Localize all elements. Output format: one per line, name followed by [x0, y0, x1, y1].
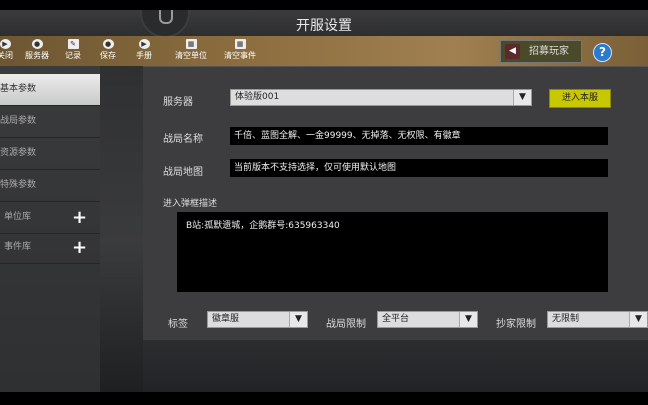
- close-icon: ▶: [0, 39, 11, 49]
- copy-limit-label: 抄家限制: [496, 319, 536, 330]
- popup-description-label: 进入弹框描述: [163, 199, 218, 209]
- popup-description-textarea[interactable]: B站:孤默遗城，企鹅群号:635963340: [177, 212, 608, 292]
- trash-icon: ▦: [185, 39, 197, 49]
- server-label: 服务器: [163, 97, 193, 108]
- letterbox-bottom: [0, 392, 648, 405]
- plus-icon[interactable]: +: [72, 232, 87, 263]
- sidebar-item-match-params[interactable]: 战局参数: [0, 106, 100, 138]
- trash-icon: ▦: [234, 39, 246, 49]
- toolbar-record-button[interactable]: ✎ 记录: [60, 38, 86, 66]
- match-limit-select[interactable]: 全平台 ▼: [377, 311, 478, 328]
- recruit-players-button[interactable]: ◀ 招募玩家: [500, 40, 582, 63]
- help-button[interactable]: ?: [593, 43, 612, 62]
- app-window: 开服设置 ▶ 关闭 ● 服务器 ✎ 记录 ● 保存 ▶ 手册 ▦ 清空单位 ▦ …: [0, 0, 648, 405]
- play-icon: ▶: [138, 39, 150, 49]
- match-map-field: 当前版本不支持选择，仅可使用默认地图: [230, 159, 608, 177]
- panel-footer: [143, 340, 648, 392]
- save-icon: ●: [102, 39, 114, 49]
- chevron-down-icon: ▼: [629, 312, 647, 327]
- chevron-down-icon: ▼: [513, 90, 531, 105]
- sidebar-item-resource-params[interactable]: 资源参数: [0, 138, 100, 170]
- toolbar-save-button[interactable]: ● 保存: [95, 38, 121, 66]
- sidebar: 基本参数 战局参数 资源参数 特殊参数 单位库 + 事件库 +: [0, 66, 100, 392]
- title-bar: 开服设置: [0, 4, 648, 38]
- plus-icon[interactable]: +: [72, 202, 87, 233]
- toolbar-clear-units-button[interactable]: ▦ 清空单位: [170, 38, 212, 66]
- match-name-input[interactable]: 千倍、蓝图全解、一金99999、无掉落、无权限、有徽章: [230, 127, 608, 145]
- chevron-down-icon: ▼: [459, 312, 477, 327]
- match-name-label: 战局名称: [163, 134, 203, 145]
- enter-server-button[interactable]: 进入本服: [549, 89, 611, 108]
- page-title: 开服设置: [296, 18, 352, 34]
- server-icon: ●: [31, 39, 43, 49]
- sidebar-item-special-params[interactable]: 特殊参数: [0, 170, 100, 202]
- sidebar-item-basic-params[interactable]: 基本参数: [0, 74, 100, 106]
- tag-label: 标签: [168, 319, 188, 330]
- copy-limit-select[interactable]: 无限制 ▼: [547, 311, 648, 328]
- toolbar-server-button[interactable]: ● 服务器: [22, 38, 52, 66]
- chevron-down-icon: ▼: [289, 312, 307, 327]
- match-map-label: 战局地图: [163, 167, 203, 178]
- match-limit-label: 战局限制: [326, 319, 366, 330]
- edit-icon: ✎: [67, 39, 79, 49]
- toolbar-manual-button[interactable]: ▶ 手册: [131, 38, 157, 66]
- server-select[interactable]: 体验版001 ▼: [230, 89, 532, 106]
- toolbar-clear-events-button[interactable]: ▦ 清空事件: [219, 38, 261, 66]
- toolbar-close-button[interactable]: ▶ 关闭: [0, 38, 18, 66]
- sidebar-item-unit-library[interactable]: 单位库 +: [0, 202, 100, 234]
- tag-select[interactable]: 徽章服 ▼: [207, 311, 308, 328]
- sidebar-item-event-library[interactable]: 事件库 +: [0, 232, 100, 264]
- speaker-icon: ◀: [505, 44, 520, 59]
- letterbox-top: [0, 0, 648, 10]
